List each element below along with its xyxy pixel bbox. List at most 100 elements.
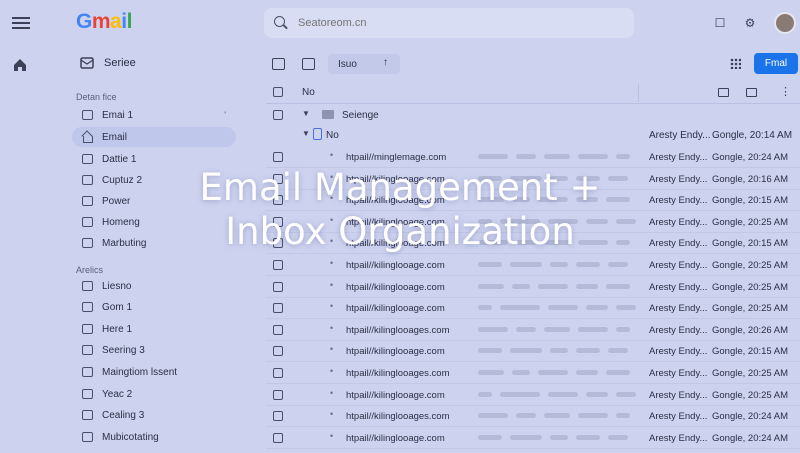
- header-label: No: [302, 87, 315, 98]
- row-checkbox[interactable]: [273, 389, 283, 400]
- select-all-checkbox[interactable]: [273, 87, 283, 97]
- folder-icon: [322, 110, 334, 119]
- row-checkbox[interactable]: [273, 432, 283, 443]
- snippet-placeholder: [478, 326, 508, 332]
- email-subject: htpail//kilinglooage.com: [346, 281, 445, 293]
- snippet-placeholder: [550, 434, 568, 440]
- sort-up-icon: ↑: [383, 57, 388, 68]
- row-checkbox[interactable]: [273, 346, 283, 357]
- list-header: No ⋮: [266, 82, 800, 104]
- mail-icon: [82, 324, 93, 334]
- section-title: Detan fice: [76, 92, 117, 102]
- snippet-placeholder: [478, 283, 504, 289]
- snippet-placeholder: [550, 262, 568, 267]
- chevron-down-icon[interactable]: ▼: [302, 109, 310, 118]
- apps-grid-icon[interactable]: [730, 58, 741, 69]
- sidebar-item[interactable]: Yeac 2: [72, 384, 236, 404]
- snippet-placeholder: [544, 326, 570, 332]
- bullet-icon: •: [330, 387, 334, 398]
- snippet-placeholder: [616, 413, 630, 419]
- sidebar-item[interactable]: Emai 1 ': [72, 105, 236, 125]
- bullet-icon: •: [330, 301, 334, 312]
- email-subject: htpail//kilinglooages.com: [346, 411, 450, 423]
- divider: [638, 84, 639, 102]
- table-row[interactable]: • htpail//kilinglooages.com Aresty Endy...…: [266, 319, 800, 341]
- email-subject: htpail//kilinglooages.com: [346, 368, 450, 379]
- snippet-placeholder: [586, 391, 608, 397]
- row-checkbox[interactable]: [273, 324, 283, 335]
- compose-button[interactable]: Seriee: [80, 57, 136, 69]
- group-row[interactable]: ▼ Seienge: [266, 105, 800, 125]
- bullet-icon: •: [330, 258, 334, 268]
- row-checkbox[interactable]: [273, 152, 283, 162]
- snippet-placeholder: [516, 154, 536, 159]
- snippet-placeholder: [616, 305, 636, 311]
- mail-icon[interactable]: [746, 88, 757, 97]
- doc-icon: [82, 410, 93, 420]
- table-row[interactable]: • htpail//kilinglooage.com Aresty Endy... G…: [266, 384, 800, 406]
- snippet-placeholder: [578, 154, 608, 159]
- avatar[interactable]: [774, 12, 796, 34]
- bullet-icon: •: [330, 366, 334, 376]
- sidebar-item[interactable]: Maingtiom lssent: [72, 362, 236, 382]
- row-checkbox[interactable]: [273, 303, 283, 314]
- chevron-down-icon[interactable]: ▼: [302, 129, 310, 138]
- sidebar-item[interactable]: Cealing 3: [72, 405, 236, 425]
- row-checkbox[interactable]: [273, 368, 283, 378]
- mail-icon: [82, 432, 93, 442]
- table-row[interactable]: • htpail//kilinglooages.com Aresty Endy...…: [266, 362, 800, 384]
- table-row[interactable]: • htpail//kilinglooage.com Aresty Endy... G…: [266, 297, 800, 320]
- snippet-placeholder: [478, 370, 504, 375]
- table-row[interactable]: • htpail//kilinglooages.com Aresty Endy...…: [266, 405, 800, 428]
- mail-icon: [82, 302, 93, 312]
- more-icon[interactable]: ⋮: [780, 85, 791, 98]
- table-row[interactable]: • htpail//kilinglooage.com Aresty Endy... G…: [266, 340, 800, 363]
- search-input[interactable]: [298, 17, 598, 29]
- settings-icon[interactable]: ⚙: [742, 15, 758, 31]
- row-checkbox[interactable]: [273, 411, 283, 422]
- snippet-placeholder: [608, 348, 628, 354]
- mail-icon: [82, 154, 93, 164]
- mail-icon: [82, 345, 93, 355]
- home-icon[interactable]: [12, 57, 28, 73]
- sidebar-item-label: Gom 1: [102, 301, 133, 313]
- snippet-placeholder: [510, 348, 542, 354]
- sidebar-item[interactable]: Seering 3: [72, 340, 236, 360]
- sidebar-item-count: ': [224, 110, 226, 120]
- snippet-placeholder: [608, 434, 628, 440]
- snippet-placeholder: [576, 370, 598, 375]
- menu-icon[interactable]: [12, 14, 30, 32]
- group-checkbox[interactable]: [273, 110, 283, 120]
- snippet-placeholder: [616, 391, 636, 397]
- issue-chip[interactable]: Isuo ↑: [328, 54, 400, 74]
- sidebar-item-label: Here 1: [102, 323, 133, 335]
- snippet-placeholder: [478, 413, 508, 419]
- search-bar[interactable]: [264, 8, 634, 38]
- email-subject: htpail//kilinglooage.com: [346, 432, 445, 444]
- archive-icon[interactable]: [302, 58, 315, 70]
- gmail-logo[interactable]: Gmail: [76, 10, 132, 34]
- table-row[interactable]: • htpail//kilinglooage.com Aresty Endy... G…: [266, 427, 800, 449]
- bullet-icon: •: [330, 322, 334, 333]
- group-row[interactable]: ▼ No Aresty Endy... Gongle, 20:14 AM: [266, 125, 800, 145]
- label-icon[interactable]: [718, 88, 729, 97]
- chat-icon[interactable]: ☐: [712, 15, 728, 31]
- row-checkbox[interactable]: [273, 281, 283, 292]
- table-row[interactable]: • htpail//kilinglooage.com Aresty Endy... G…: [266, 276, 800, 298]
- table-row[interactable]: • htpail//minglemage.com Aresty Endy... Gon…: [266, 146, 800, 168]
- sidebar-item[interactable]: Here 1: [72, 319, 236, 339]
- mail-icon: [82, 217, 93, 227]
- sidebar-item-label: Liesno: [102, 280, 132, 292]
- sidebar-item[interactable]: Liesno: [72, 276, 236, 296]
- snippet-placeholder: [500, 305, 540, 311]
- sidebar-item-label: Yeac 2: [102, 388, 133, 400]
- group-label: Seienge: [342, 110, 379, 121]
- top-bar: Gmail ☐ ⚙: [0, 0, 800, 46]
- sidebar-item[interactable]: Email: [72, 127, 236, 147]
- sidebar-item[interactable]: Mubicotating: [72, 427, 236, 447]
- row-checkbox[interactable]: [273, 260, 283, 270]
- select-icon[interactable]: [272, 58, 285, 70]
- primary-button[interactable]: Fmal: [754, 53, 798, 74]
- table-row[interactable]: • htpail//kilinglooage.com Aresty Endy... G…: [266, 254, 800, 276]
- sidebar-item[interactable]: Gom 1: [72, 297, 236, 317]
